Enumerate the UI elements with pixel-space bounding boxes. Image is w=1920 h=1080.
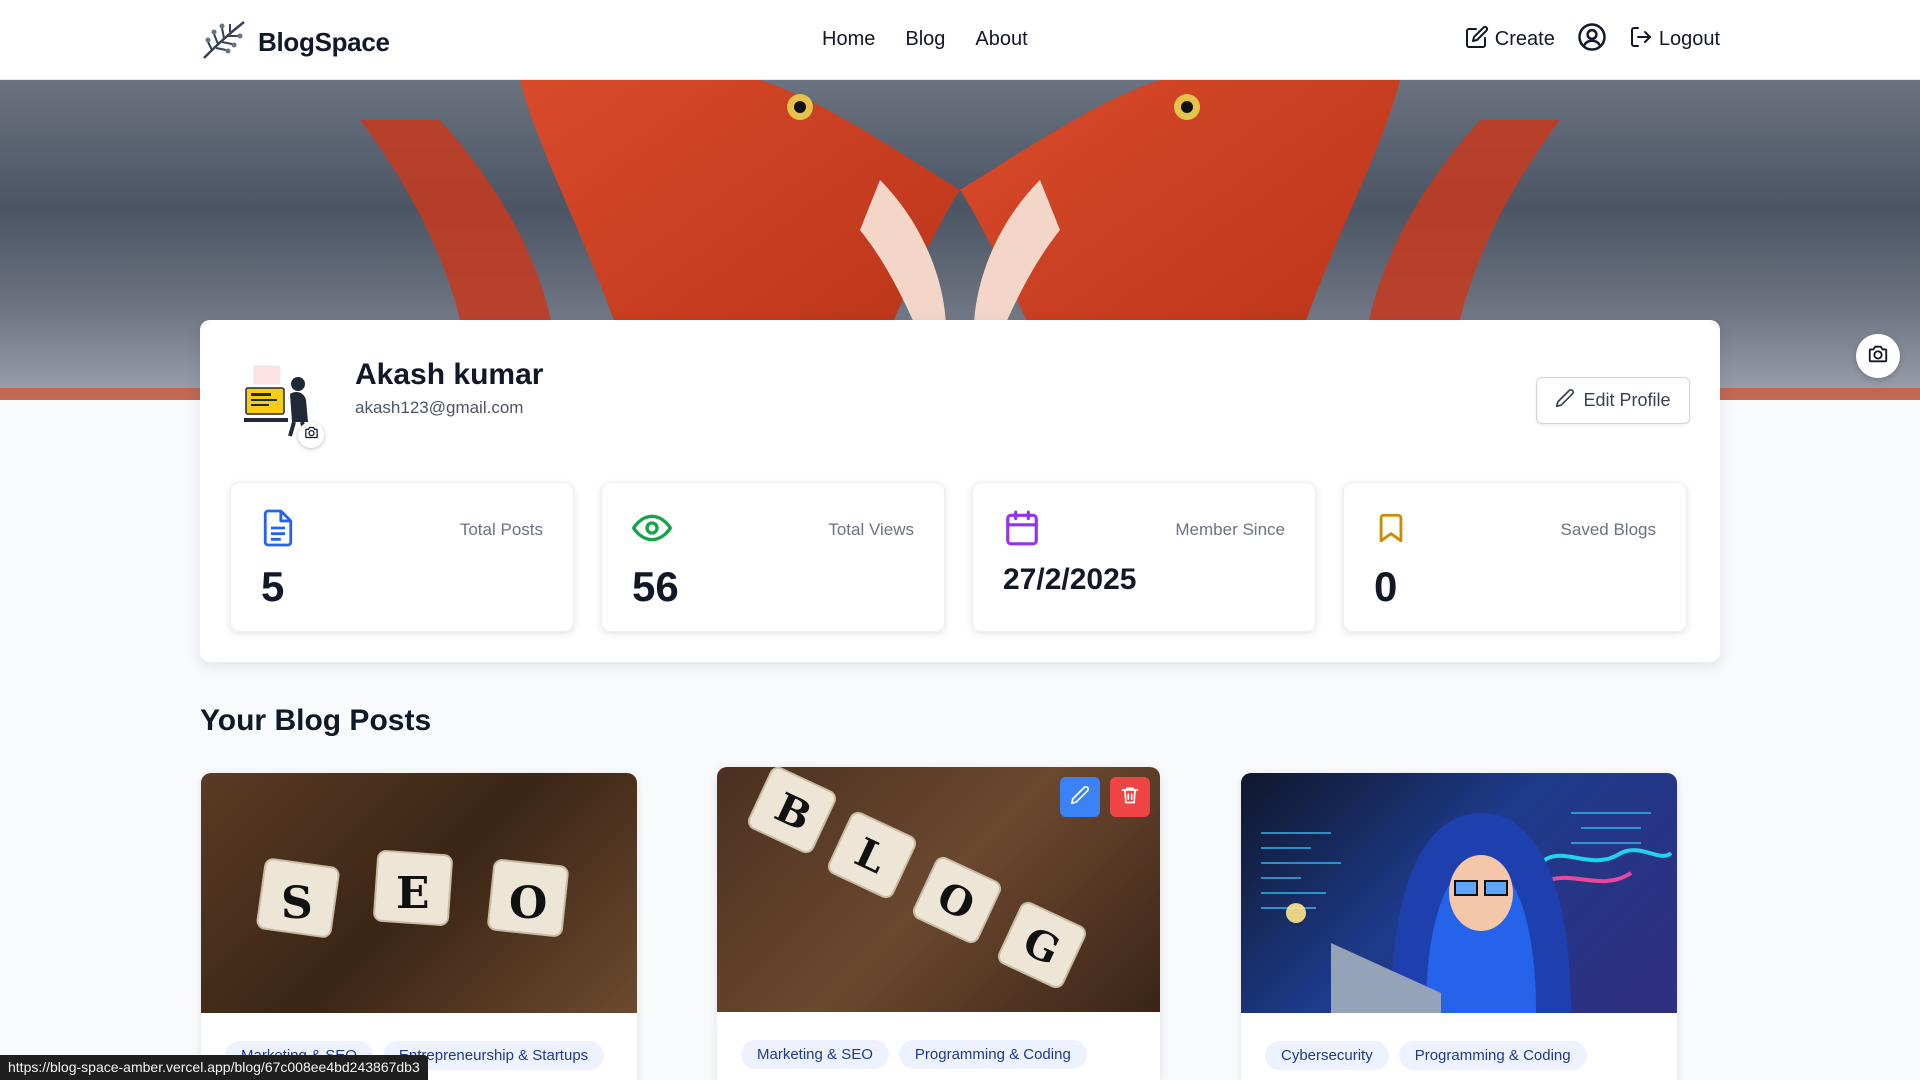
- camera-icon: [304, 425, 319, 445]
- change-cover-camera-button[interactable]: [1856, 334, 1900, 378]
- user-circle-icon[interactable]: [1577, 22, 1607, 57]
- stat-value: 5: [261, 563, 285, 610]
- link-preview-status-bar: https://blog-space-amber.vercel.app/blog…: [0, 1055, 428, 1080]
- change-avatar-camera-button[interactable]: [298, 422, 324, 448]
- stat-card-saved-blogs: Saved Blogs 0: [1343, 482, 1687, 632]
- top-navbar: BlogSpace Home Blog About Create Logout: [0, 0, 1920, 80]
- trash-icon: [1120, 785, 1140, 810]
- stat-label: Total Posts: [459, 520, 543, 539]
- tag-chip[interactable]: Programming & Coding: [1398, 1041, 1587, 1070]
- post-tags: Cybersecurity Programming & Coding: [1265, 1041, 1587, 1070]
- nav-about-link[interactable]: About: [975, 28, 1027, 51]
- pencil-icon: [1070, 785, 1090, 810]
- stat-card-member-since: Member Since 27/2/2025: [972, 482, 1316, 632]
- tag-chip[interactable]: Marketing & SEO: [741, 1040, 889, 1069]
- blog-post-card[interactable]: Cybersecurity Programming & Coding: [1241, 773, 1677, 1080]
- post-actions: [1060, 777, 1150, 817]
- pencil-icon: [1555, 388, 1575, 413]
- camera-icon: [1867, 343, 1889, 370]
- pencil-square-icon: [1465, 25, 1489, 55]
- stat-value: 0: [1374, 563, 1398, 610]
- main-nav: Home Blog About: [822, 28, 1028, 51]
- post-thumbnail-seo: SEO: [201, 773, 637, 1013]
- stat-value: 27/2/2025: [1003, 563, 1137, 596]
- logout-icon: [1629, 25, 1653, 55]
- tag-chip[interactable]: Programming & Coding: [898, 1040, 1087, 1069]
- nav-blog-link[interactable]: Blog: [905, 28, 945, 51]
- svg-text:O: O: [509, 878, 547, 929]
- tag-chip[interactable]: Cybersecurity: [1265, 1041, 1389, 1070]
- document-icon: [261, 508, 295, 553]
- nav-actions: Create Logout: [1465, 22, 1720, 57]
- stat-label: Saved Blogs: [1560, 520, 1656, 539]
- nav-home-link[interactable]: Home: [822, 28, 875, 51]
- stats-row: Total Posts 5 Total Views 56 Member Sinc…: [230, 482, 1687, 632]
- stat-value: 56: [632, 563, 679, 610]
- brand-logo-link[interactable]: BlogSpace: [200, 18, 390, 67]
- user-email: akash123@gmail.com: [355, 398, 524, 417]
- brand-name: BlogSpace: [258, 27, 390, 57]
- logout-button[interactable]: Logout: [1629, 25, 1720, 55]
- svg-text:E: E: [396, 868, 430, 919]
- blog-post-card[interactable]: SEO Marketing & SEO Entrepreneurship & S…: [201, 773, 637, 1080]
- profile-card: Akash kumar akash123@gmail.com Edit Prof…: [200, 320, 1720, 662]
- svg-text:S: S: [281, 878, 313, 929]
- stat-label: Member Since: [1175, 520, 1285, 539]
- bookmark-icon: [1374, 508, 1408, 553]
- calendar-icon: [1003, 508, 1041, 553]
- post-tags: Marketing & SEO Programming & Coding: [741, 1040, 1087, 1069]
- create-button[interactable]: Create: [1465, 25, 1555, 55]
- logout-label: Logout: [1658, 28, 1720, 50]
- stat-label: Total Views: [828, 520, 914, 539]
- delete-post-button[interactable]: [1110, 777, 1150, 817]
- edit-profile-label: Edit Profile: [1583, 390, 1671, 410]
- stat-card-total-posts: Total Posts 5: [230, 482, 574, 632]
- stat-card-total-views: Total Views 56: [601, 482, 945, 632]
- create-label: Create: [1494, 28, 1555, 50]
- post-thumbnail-hacker: [1241, 773, 1677, 1013]
- eye-icon: [631, 508, 673, 553]
- edit-profile-button[interactable]: Edit Profile: [1536, 377, 1690, 424]
- edit-post-button[interactable]: [1060, 777, 1100, 817]
- user-name: Akash kumar: [355, 358, 544, 391]
- branch-logo-icon: [200, 18, 248, 67]
- blog-post-card[interactable]: B L O G Marketing & SEO Programming & Co…: [717, 767, 1160, 1080]
- section-title: Your Blog Posts: [200, 704, 432, 737]
